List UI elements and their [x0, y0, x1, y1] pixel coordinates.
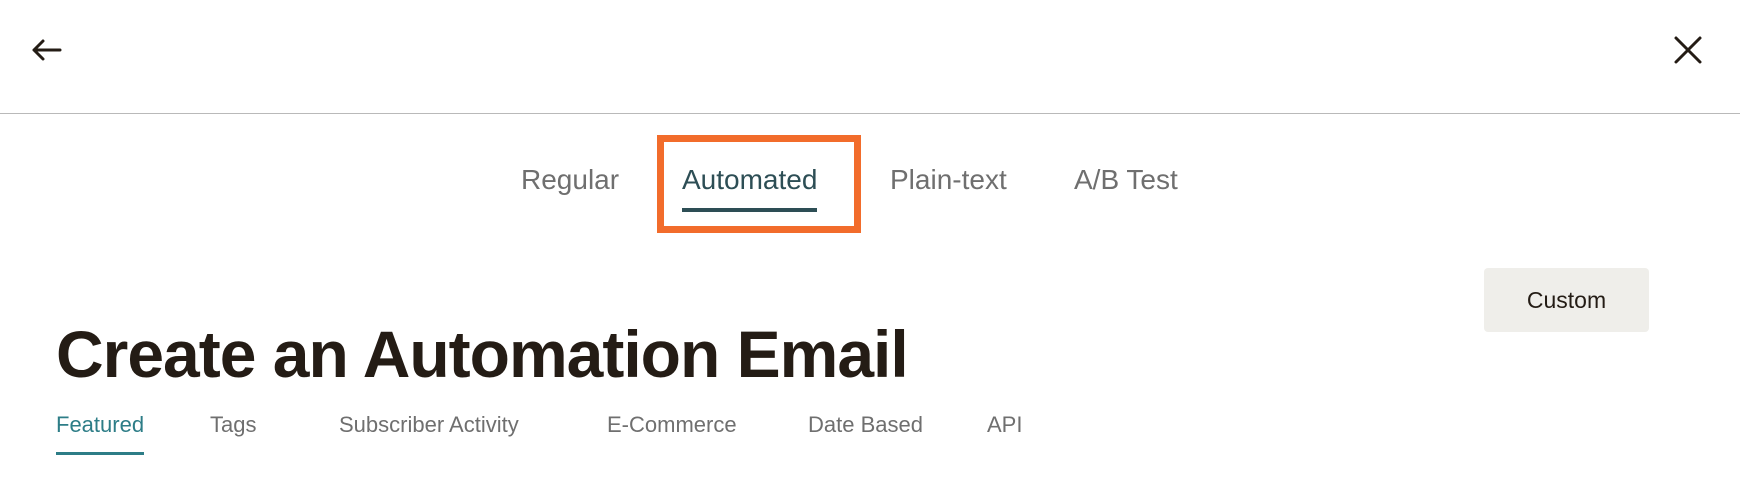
tab-ab-test-label: A/B Test [1074, 164, 1178, 195]
automation-category-tabs: Featured Tags Subscriber Activity E-Comm… [0, 410, 1740, 455]
active-category-underline [56, 452, 145, 455]
tab-api[interactable]: API [987, 410, 1022, 440]
tab-e-commerce-label: E-Commerce [607, 412, 737, 437]
tab-subscriber-activity[interactable]: Subscriber Activity [339, 410, 519, 440]
tab-tags-label: Tags [210, 412, 257, 437]
tab-subscriber-activity-label: Subscriber Activity [339, 412, 519, 437]
tab-date-based[interactable]: Date Based [808, 410, 923, 440]
tab-regular[interactable]: Regular [521, 160, 619, 200]
tab-api-label: API [987, 412, 1023, 437]
tab-featured[interactable]: Featured [56, 410, 145, 455]
close-button[interactable] [1666, 28, 1710, 72]
back-button[interactable] [24, 28, 68, 72]
custom-button[interactable]: Custom [1484, 268, 1649, 332]
campaign-type-tabs: Regular Automated Plain-text A/B Test [0, 160, 1740, 212]
tab-automated-label: Automated [682, 164, 818, 195]
close-icon [1674, 36, 1702, 64]
tab-featured-label: Featured [56, 412, 145, 437]
tab-ab-test[interactable]: A/B Test [1074, 160, 1178, 200]
tab-plain-text-label: Plain-text [890, 164, 1007, 195]
tab-regular-label: Regular [521, 164, 620, 195]
page-title: Create an Automation Email [56, 317, 909, 392]
arrow-left-icon [32, 39, 62, 61]
tab-tags[interactable]: Tags [210, 410, 256, 440]
tab-e-commerce[interactable]: E-Commerce [607, 410, 737, 440]
active-tab-underline [682, 208, 818, 212]
tab-plain-text[interactable]: Plain-text [890, 160, 1007, 200]
tab-automated[interactable]: Automated [682, 160, 818, 212]
tab-date-based-label: Date Based [808, 412, 923, 437]
top-bar [0, 0, 1740, 114]
